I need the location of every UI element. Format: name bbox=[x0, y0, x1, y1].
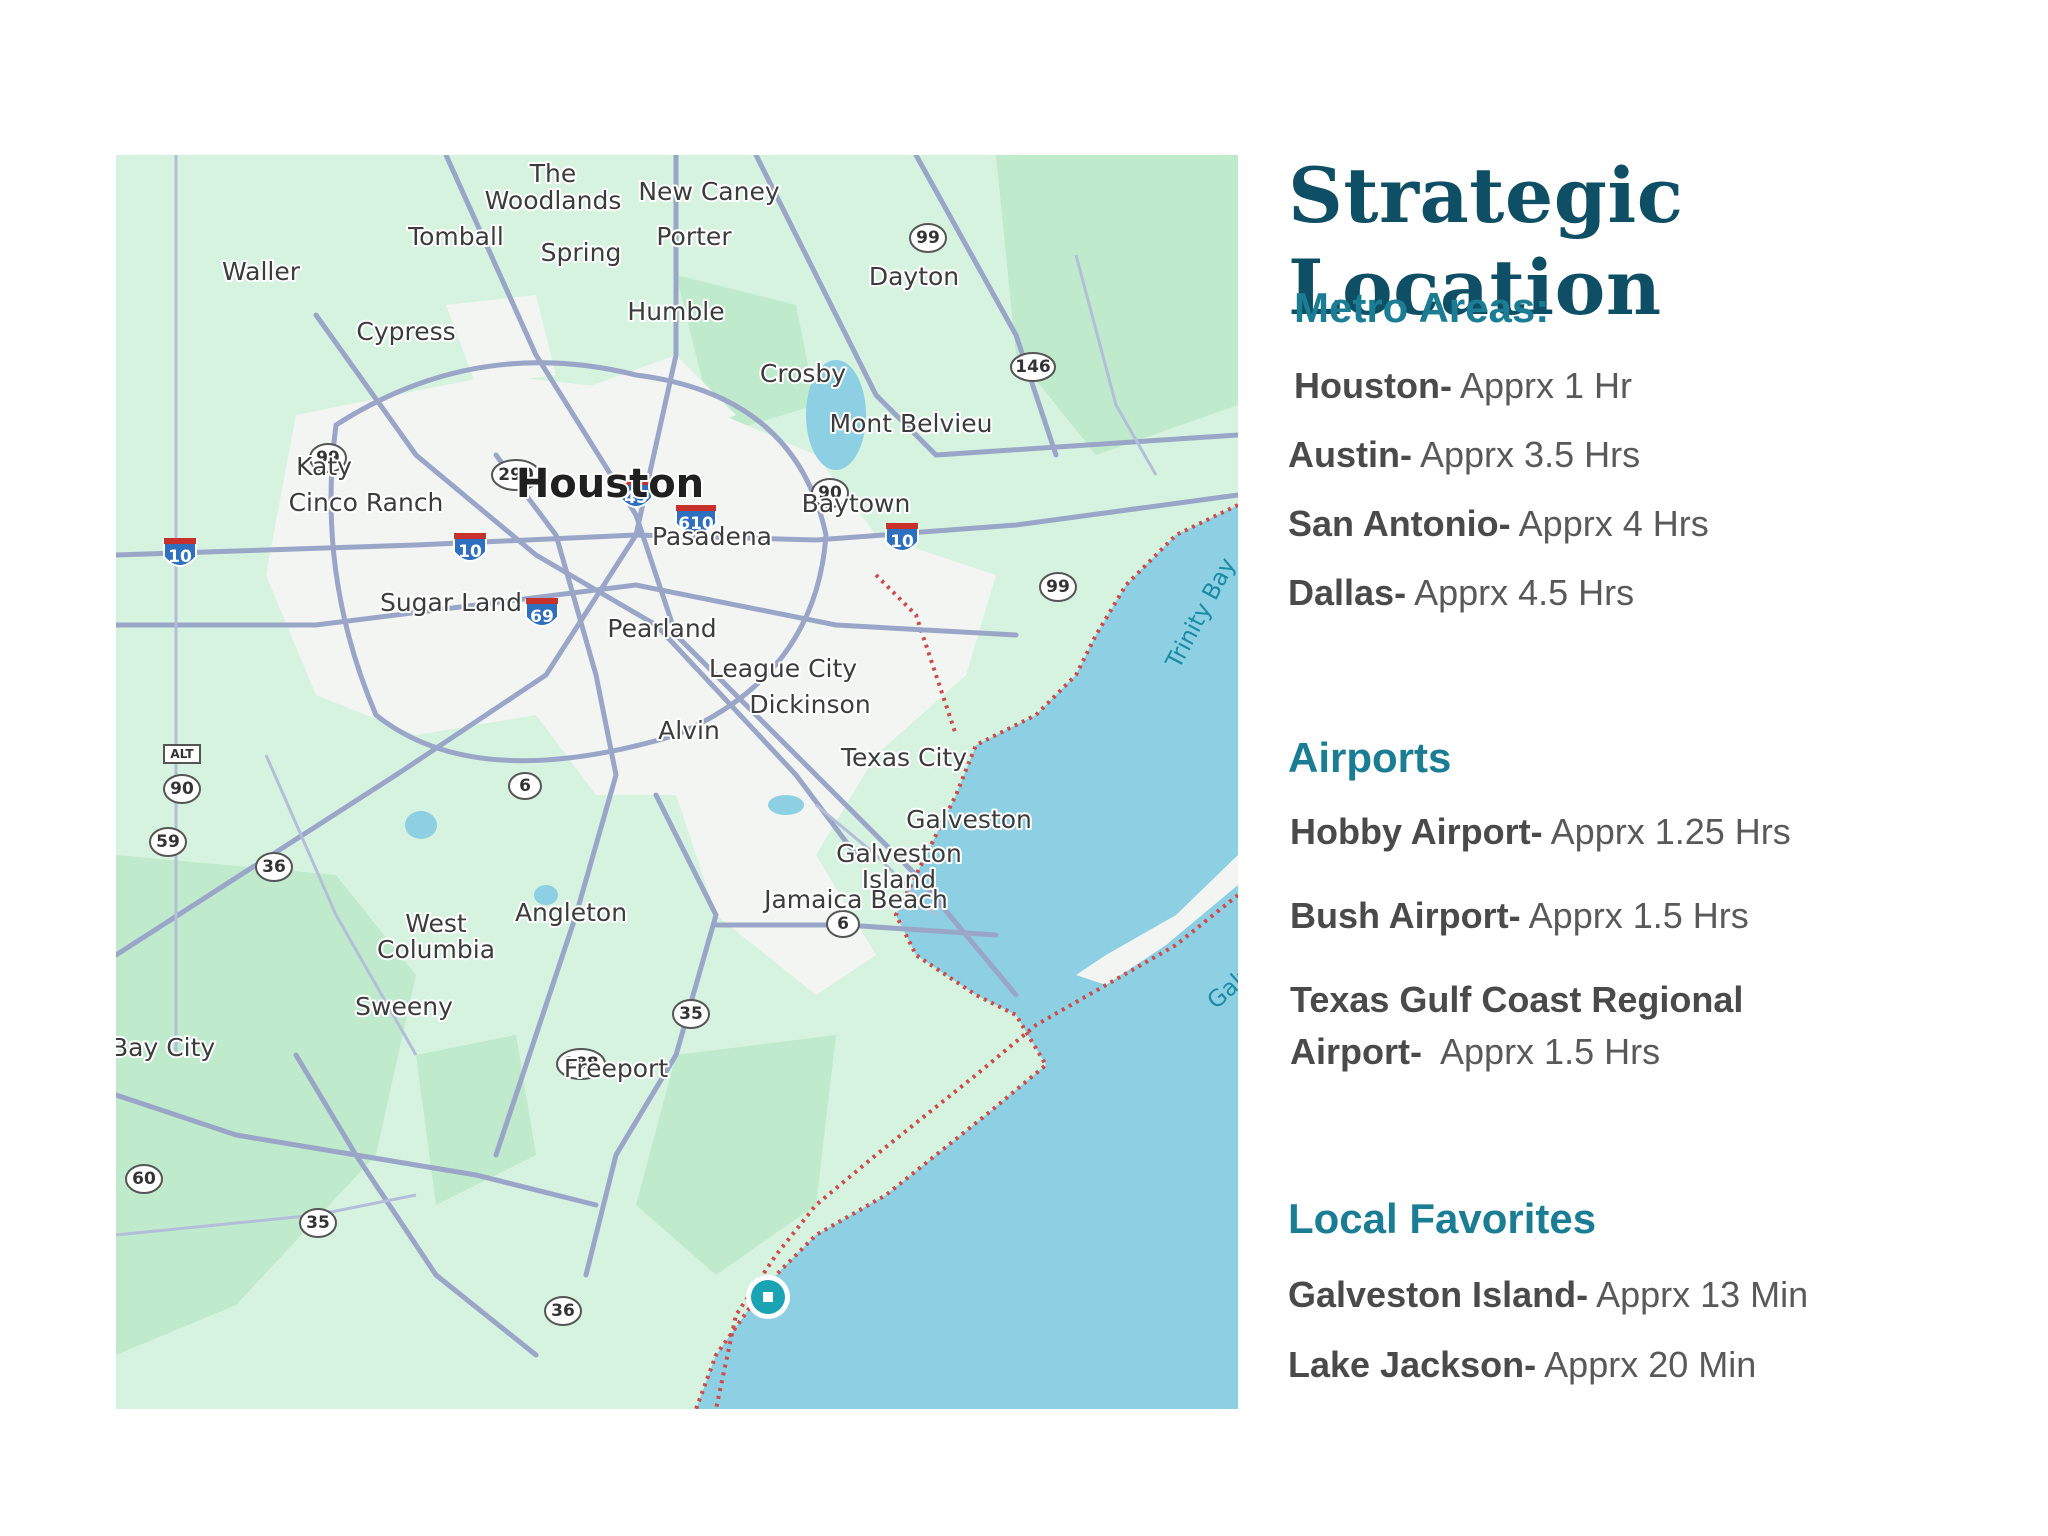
label-baytown: Baytown bbox=[802, 489, 911, 518]
svg-text:ALT: ALT bbox=[170, 747, 194, 761]
label-pearland: Pearland bbox=[607, 614, 716, 643]
route-6-shield: 6 bbox=[508, 772, 542, 800]
label-texas-city: Texas City bbox=[840, 743, 967, 772]
svg-text:10: 10 bbox=[168, 547, 192, 567]
label-galveston: Galveston bbox=[906, 805, 1032, 834]
route-99-shield: 99 bbox=[1039, 572, 1077, 602]
svg-text:6: 6 bbox=[837, 914, 849, 934]
label-humble: Humble bbox=[627, 297, 724, 326]
list-item: Lake Jackson- Apprx 20 Min bbox=[1288, 1344, 1757, 1385]
route-36-shield: 36 bbox=[544, 1296, 582, 1326]
svg-text:60: 60 bbox=[132, 1169, 156, 1189]
airports-section: Airports bbox=[1288, 734, 1451, 782]
svg-text:69: 69 bbox=[530, 607, 554, 627]
i69-shield: 69 bbox=[525, 598, 559, 627]
list-item: Houston- Apprx 1 Hr bbox=[1294, 365, 1633, 406]
label-dickinson: Dickinson bbox=[749, 690, 870, 719]
metro-list-more: Austin- Apprx 3.5 Hrs San Antonio- Apprx… bbox=[1288, 429, 1988, 619]
label-waller: Waller bbox=[222, 257, 301, 286]
svg-text:10: 10 bbox=[890, 532, 914, 552]
route-99-shield: 99 bbox=[909, 223, 947, 253]
label-cypress: Cypress bbox=[356, 317, 455, 346]
svg-text:6: 6 bbox=[519, 776, 531, 796]
svg-text:90: 90 bbox=[170, 779, 194, 799]
section-heading: Local Favorites bbox=[1288, 1195, 1597, 1242]
list-item: Bush Airport- Apprx 1.5 Hrs bbox=[1290, 895, 1749, 936]
section-heading: Airports bbox=[1288, 734, 1452, 781]
label-jamaica-beach: Jamaica Beach bbox=[762, 885, 948, 914]
label-pasadena: Pasadena bbox=[652, 522, 772, 551]
location-marker-icon[interactable] bbox=[746, 1275, 790, 1319]
svg-text:146: 146 bbox=[1015, 357, 1051, 377]
label-sweeny: Sweeny bbox=[355, 992, 453, 1021]
svg-text:Columbia: Columbia bbox=[377, 935, 495, 964]
label-katy: Katy bbox=[296, 452, 352, 481]
label-the-woodlands: The bbox=[529, 159, 577, 188]
route-alt-shield: ALT bbox=[163, 744, 201, 764]
list-item: Hobby Airport- Apprx 1.25 Hrs bbox=[1290, 811, 1791, 852]
label-new-caney: New Caney bbox=[638, 177, 779, 206]
svg-text:36: 36 bbox=[262, 857, 286, 877]
svg-text:Woodlands: Woodlands bbox=[485, 186, 622, 215]
metro-list: Houston- Apprx 1 Hr bbox=[1294, 360, 1994, 429]
svg-text:59: 59 bbox=[156, 832, 180, 852]
label-league-city: League City bbox=[709, 654, 857, 683]
airport-list: Hobby Airport- Apprx 1.25 Hrs Bush Airpo… bbox=[1290, 806, 1990, 1078]
list-item: Austin- Apprx 3.5 Hrs bbox=[1288, 434, 1641, 475]
label-angleton: Angleton bbox=[515, 898, 627, 927]
route-6-shield: 6 bbox=[826, 910, 860, 938]
label-tomball: Tomball bbox=[407, 222, 504, 251]
section-heading: Metro Areas: bbox=[1294, 284, 1550, 331]
metro-areas-section: Metro Areas: bbox=[1294, 284, 1549, 332]
route-90-shield: 90 bbox=[163, 774, 201, 804]
svg-text:99: 99 bbox=[916, 228, 940, 248]
label-bay-city: Bay City bbox=[116, 1033, 215, 1062]
route-36-shield: 36 bbox=[255, 852, 293, 882]
svg-text:35: 35 bbox=[306, 1213, 330, 1233]
label-houston: Houston bbox=[516, 461, 704, 507]
list-item: San Antonio- Apprx 4 Hrs bbox=[1288, 503, 1709, 544]
svg-text:99: 99 bbox=[1046, 577, 1070, 597]
label-galveston-island: Galveston bbox=[836, 839, 962, 868]
label-alvin: Alvin bbox=[658, 716, 720, 745]
route-35-shield: 35 bbox=[672, 999, 710, 1029]
svg-text:36: 36 bbox=[551, 1301, 575, 1321]
label-porter: Porter bbox=[656, 222, 732, 251]
label-mont-belvieu: Mont Belvieu bbox=[830, 409, 993, 438]
i10-shield: 10 bbox=[163, 538, 197, 567]
i10-shield: 10 bbox=[453, 533, 487, 562]
map-canvas: 99 146 99 290 90 99 ALT 90 59 6 36 6 35 … bbox=[116, 155, 1238, 1409]
label-west-columbia: West bbox=[405, 909, 467, 938]
favorites-list: Galveston Island- Apprx 13 Min Lake Jack… bbox=[1288, 1269, 1988, 1391]
info-panel: Strategic Location Metro Areas: Houston-… bbox=[1288, 150, 2008, 1385]
svg-text:35: 35 bbox=[679, 1004, 703, 1024]
label-dayton: Dayton bbox=[869, 262, 959, 291]
route-146-shield: 146 bbox=[1010, 352, 1056, 382]
label-crosby: Crosby bbox=[760, 359, 846, 388]
i10-shield: 10 bbox=[885, 523, 919, 552]
route-59-shield: 59 bbox=[149, 827, 187, 857]
list-item: Texas Gulf Coast Regional Airport- Apprx … bbox=[1290, 979, 1744, 1072]
label-cinco-ranch: Cinco Ranch bbox=[289, 488, 444, 517]
route-35-shield: 35 bbox=[299, 1208, 337, 1238]
svg-text:10: 10 bbox=[458, 542, 482, 562]
label-spring: Spring bbox=[541, 238, 622, 267]
local-favorites-section: Local Favorites bbox=[1288, 1195, 1596, 1243]
location-map[interactable]: 99 146 99 290 90 99 ALT 90 59 6 36 6 35 … bbox=[116, 155, 1238, 1409]
list-item: Dallas- Apprx 4.5 Hrs bbox=[1288, 572, 1635, 613]
label-freeport: Freeport bbox=[564, 1054, 668, 1083]
label-sugar-land: Sugar Land bbox=[380, 588, 522, 617]
list-item: Galveston Island- Apprx 13 Min bbox=[1288, 1274, 1809, 1315]
route-60-shield: 60 bbox=[125, 1164, 163, 1194]
